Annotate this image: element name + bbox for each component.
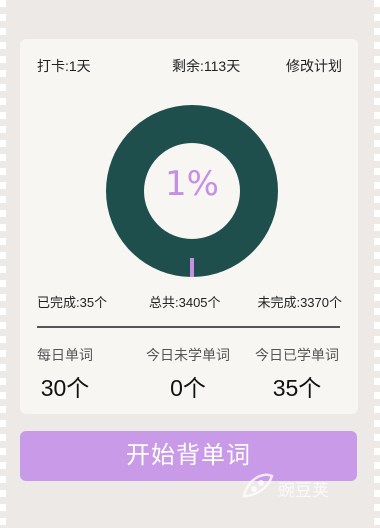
- plan-card: 打卡:1天 剩余:113天 修改计划 1% 已完成:35个 总共:3405个 未…: [20, 39, 358, 414]
- not-completed-count: 未完成:3370个: [257, 295, 342, 310]
- checkin-days: 打卡:1天: [37, 58, 91, 74]
- start-memorizing-button[interactable]: 开始背单词: [20, 431, 357, 481]
- daily-words-label: 每日单词: [37, 347, 93, 363]
- perforated-edge-right: [374, 0, 380, 528]
- remaining-days: 剩余:113天: [172, 58, 241, 74]
- progress-percent: 1%: [165, 164, 219, 204]
- today-unlearned: 今日未学单词 0个: [138, 345, 238, 403]
- perforated-edge-left: [0, 0, 6, 528]
- divider: [37, 326, 340, 328]
- total-count: 总共:3405个: [149, 295, 221, 310]
- word-stats: 已完成:35个 总共:3405个 未完成:3370个: [37, 292, 342, 312]
- daily-words: 每日单词 30个: [25, 345, 105, 403]
- modify-plan-button[interactable]: 修改计划: [286, 56, 342, 76]
- daily-words-value: 30个: [40, 375, 90, 401]
- today-unlearned-label: 今日未学单词: [146, 347, 230, 363]
- today-learned: 今日已学单词 35个: [247, 345, 347, 403]
- completed-count: 已完成:35个: [37, 295, 108, 310]
- plan-header: 打卡:1天 剩余:113天 修改计划: [37, 56, 342, 76]
- progress-ring: 1%: [106, 105, 278, 277]
- today-learned-value: 35个: [272, 375, 322, 401]
- today-unlearned-value: 0个: [170, 375, 206, 401]
- today-learned-label: 今日已学单词: [255, 347, 339, 363]
